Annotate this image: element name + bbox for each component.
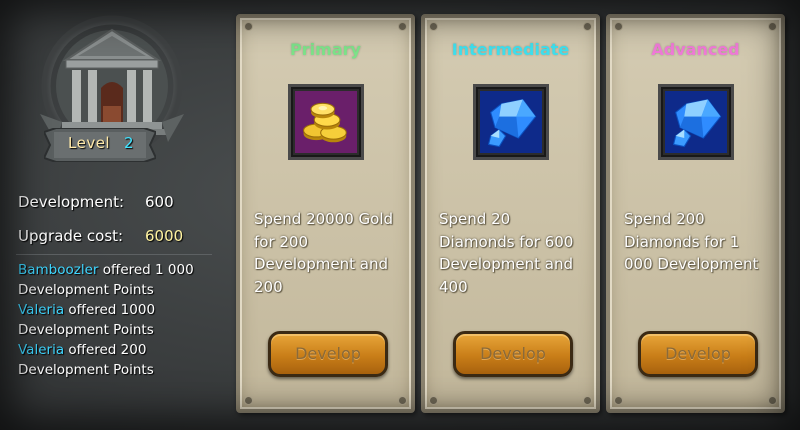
upgrade-cost-label: Upgrade cost: xyxy=(18,227,124,245)
card-description: Spend 20000 Gold for 200 Development and… xyxy=(254,210,394,296)
log-entry: Valeria offered 1000 Development Points xyxy=(18,300,218,340)
level-label: Level xyxy=(68,134,111,152)
divider xyxy=(16,254,212,255)
rivet xyxy=(769,397,776,404)
development-value: 600 xyxy=(145,193,174,211)
card-description: Spend 200 Diamonds for 1 000 Development xyxy=(624,210,759,273)
log-player-name: Valeria xyxy=(18,302,65,318)
log-entry: Valeria offered 200 Development Points xyxy=(18,340,218,380)
rivet xyxy=(245,397,252,404)
diamond-icon xyxy=(665,91,727,153)
icon-frame xyxy=(288,84,364,160)
upgrade-cost-value: 6000 xyxy=(145,227,184,245)
development-label: Development: xyxy=(18,193,125,211)
icon-frame xyxy=(473,84,549,160)
rivet xyxy=(615,397,622,404)
rivet xyxy=(430,397,437,404)
log-player-name: Bamboozler xyxy=(18,262,99,278)
develop-button[interactable]: Develop xyxy=(638,331,758,377)
card-primary: Primary Spend 20000 Gold for 200 Develop… xyxy=(236,14,415,413)
gold-coins-icon xyxy=(295,91,357,153)
rivet xyxy=(399,397,406,404)
develop-button[interactable]: Develop xyxy=(268,331,388,377)
card-intermediate: Intermediate Spend 20 Diamonds for 600 D… xyxy=(421,14,600,413)
rivet xyxy=(584,397,591,404)
develop-button[interactable]: Develop xyxy=(453,331,573,377)
card-advanced: Advanced Spend 200 Diamonds for 1 000 De… xyxy=(606,14,785,413)
contribution-log: Bamboozler offered 1 000 Development Poi… xyxy=(18,260,218,380)
card-title: Advanced xyxy=(651,40,740,59)
log-player-name: Valeria xyxy=(18,342,65,358)
card-title: Intermediate xyxy=(451,40,570,59)
diamond-icon xyxy=(480,91,542,153)
icon-frame xyxy=(658,84,734,160)
level-value: 2 xyxy=(124,134,134,152)
log-entry: Bamboozler offered 1 000 Development Poi… xyxy=(18,260,218,300)
card-description: Spend 20 Diamonds for 600 Development an… xyxy=(439,210,574,296)
card-title: Primary xyxy=(290,40,361,59)
